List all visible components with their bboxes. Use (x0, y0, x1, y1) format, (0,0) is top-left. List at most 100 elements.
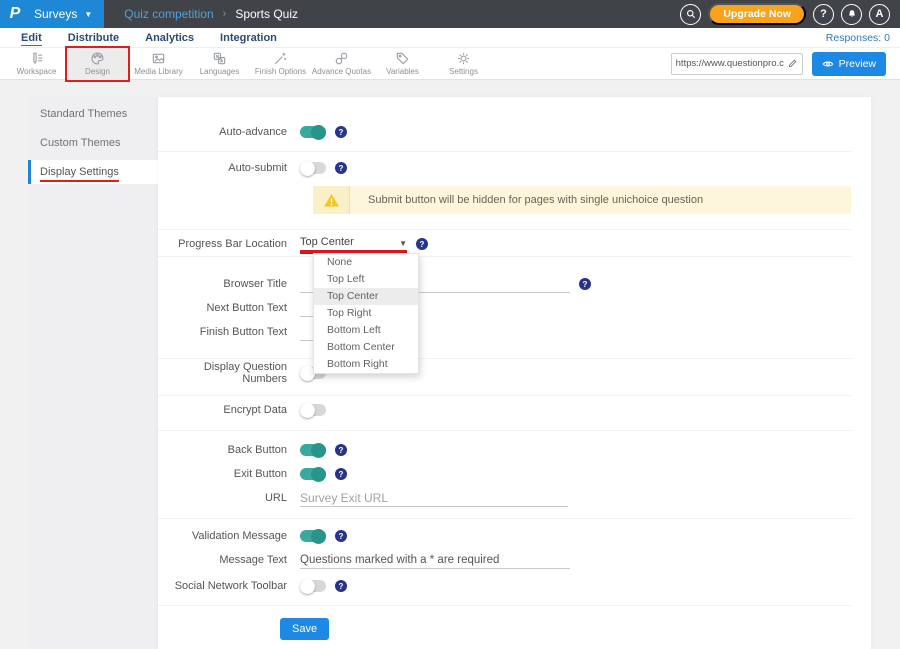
workspace-icon (29, 51, 44, 66)
edit-pencil-icon[interactable] (787, 58, 798, 69)
tab-integration[interactable]: Integration (207, 32, 290, 44)
toolbar-item-label: Finish Options (255, 67, 306, 76)
progress-bar-location-row: Progress Bar Location Top Center ▼ ? (158, 232, 871, 256)
responses-count: Responses: 0 (826, 32, 900, 44)
help-icon[interactable]: ? (416, 238, 428, 250)
toolbar-item-label: Design (85, 67, 110, 76)
auto-submit-label: Auto-submit (158, 162, 300, 174)
toggle-knob (311, 467, 326, 482)
tab-edit[interactable]: Edit (8, 32, 55, 44)
toolbar-item-design[interactable]: Design (67, 48, 128, 80)
dropdown-option-top-left[interactable]: Top Left (314, 271, 418, 288)
social-network-toolbar-label: Social Network Toolbar (158, 580, 300, 592)
brand-area: P Surveys ▼ (0, 0, 104, 28)
tab-analytics[interactable]: Analytics (132, 32, 207, 44)
sidebar-item-label: Display Settings (40, 166, 119, 182)
dropdown-option-top-center[interactable]: Top Center (314, 288, 418, 305)
search-icon (685, 8, 697, 20)
select-value: Top Center (300, 236, 354, 248)
next-button-text-label: Next Button Text (158, 302, 300, 314)
divider (158, 518, 851, 519)
sidebar-item-label: Standard Themes (40, 108, 127, 120)
dropdown-option-bottom-center[interactable]: Bottom Center (314, 339, 418, 356)
message-text-input[interactable] (300, 551, 570, 569)
exit-url-row: URL (158, 486, 871, 510)
avatar[interactable]: A (869, 4, 890, 25)
auto-submit-toggle[interactable] (300, 162, 326, 174)
back-button-label: Back Button (158, 444, 300, 456)
auto-submit-row: Auto-submit ? (158, 156, 871, 180)
languages-icon (212, 51, 227, 66)
preview-button[interactable]: Preview (812, 52, 886, 76)
sidebar-item-custom-themes[interactable]: Custom Themes (28, 131, 158, 155)
questionpro-logo[interactable]: P (0, 0, 30, 28)
toolbar-item-advance-quotas[interactable]: Advance Quotas (311, 48, 372, 80)
dropdown-option-top-right[interactable]: Top Right (314, 305, 418, 322)
help-icon[interactable]: ? (335, 162, 347, 174)
media-library-icon (151, 51, 166, 66)
social-network-toolbar-toggle[interactable] (300, 580, 326, 592)
help-icon[interactable]: ? (335, 126, 347, 138)
survey-url-input[interactable] (676, 58, 784, 69)
toolbar-item-languages[interactable]: Languages (189, 48, 250, 80)
edit-toolbar: Workspace Design Media Library Languages… (0, 48, 900, 80)
top-navbar: P Surveys ▼ Quiz competition › Sports Qu… (0, 0, 900, 28)
search-button[interactable] (680, 4, 701, 25)
exit-url-input[interactable] (300, 489, 568, 507)
toolbar-item-label: Media Library (134, 67, 182, 76)
sidebar-item-display-settings[interactable]: Display Settings (28, 160, 158, 184)
warning-banner: Submit button will be hidden for pages w… (313, 186, 851, 214)
help-icon[interactable]: ? (579, 278, 591, 290)
dropdown-option-none[interactable]: None (314, 254, 418, 271)
upgrade-now-button[interactable]: Upgrade Now (708, 3, 806, 26)
toolbar-item-variables[interactable]: Variables (372, 48, 433, 80)
survey-url-box (671, 53, 803, 75)
surveys-menu[interactable]: Surveys ▼ (30, 0, 104, 28)
question-mark-icon: ? (820, 8, 827, 20)
sidebar-item-standard-themes[interactable]: Standard Themes (28, 102, 158, 126)
encrypt-data-row: Encrypt Data (158, 398, 871, 422)
toolbar-item-workspace[interactable]: Workspace (6, 48, 67, 80)
encrypt-data-label: Encrypt Data (158, 404, 300, 416)
exit-button-row: Exit Button ? (158, 462, 871, 486)
message-text-row: Message Text (158, 548, 871, 572)
preview-label: Preview (839, 58, 876, 70)
help-icon[interactable]: ? (335, 580, 347, 592)
progress-bar-location-dropdown: None Top Left Top Center Top Right Botto… (313, 253, 419, 374)
avatar-initial: A (876, 8, 884, 20)
auto-advance-toggle[interactable] (300, 126, 326, 138)
progress-bar-location-label: Progress Bar Location (158, 238, 300, 250)
breadcrumb-parent[interactable]: Quiz competition (124, 7, 213, 21)
auto-advance-row: Auto-advance ? (158, 120, 871, 144)
validation-message-toggle[interactable] (300, 530, 326, 542)
encrypt-data-toggle[interactable] (300, 404, 326, 416)
display-question-numbers-row: Display Question Numbers (158, 361, 871, 385)
toolbar-item-finish-options[interactable]: Finish Options (250, 48, 311, 80)
divider (158, 395, 851, 396)
divider (158, 229, 851, 230)
settings-gear-icon (456, 51, 471, 66)
help-icon[interactable]: ? (335, 468, 347, 480)
toggle-knob (311, 443, 326, 458)
dropdown-option-bottom-left[interactable]: Bottom Left (314, 322, 418, 339)
help-icon[interactable]: ? (335, 444, 347, 456)
notifications-button[interactable] (841, 4, 862, 25)
design-sidebar: Standard Themes Custom Themes Display Se… (28, 97, 158, 649)
message-text-label: Message Text (158, 554, 300, 566)
help-icon[interactable]: ? (335, 530, 347, 542)
toolbar-item-label: Settings (449, 67, 478, 76)
toggle-knob (300, 403, 315, 418)
toolbar-item-settings[interactable]: Settings (433, 48, 494, 80)
tab-analytics-label: Analytics (145, 32, 194, 44)
exit-button-toggle[interactable] (300, 468, 326, 480)
warning-triangle-icon (323, 192, 340, 209)
section-tabs: Edit Distribute Analytics Integration Re… (0, 28, 900, 48)
help-button[interactable]: ? (813, 4, 834, 25)
back-button-toggle[interactable] (300, 444, 326, 456)
dropdown-option-bottom-right[interactable]: Bottom Right (314, 356, 418, 373)
save-button[interactable]: Save (280, 618, 329, 640)
toolbar-item-media-library[interactable]: Media Library (128, 48, 189, 80)
progress-bar-location-select[interactable]: Top Center ▼ (300, 236, 407, 253)
tab-distribute[interactable]: Distribute (55, 32, 132, 44)
tab-integration-label: Integration (220, 32, 277, 44)
